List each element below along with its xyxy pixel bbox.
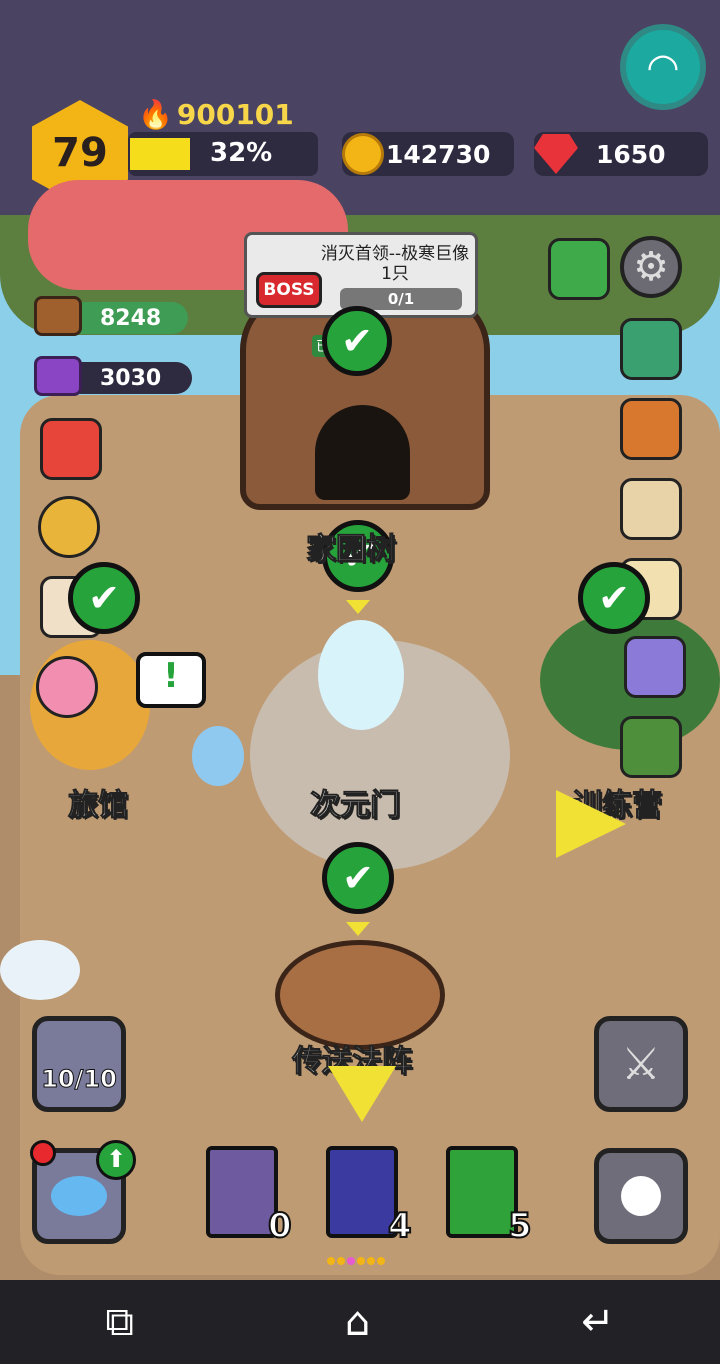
- portal-check-icon[interactable]: ✔: [322, 842, 394, 914]
- ruby-value: 1650: [596, 139, 666, 169]
- blue-slime-icon: [51, 1176, 107, 1216]
- xp-percent: 32%: [210, 138, 273, 168]
- portal-arrow: [346, 922, 370, 936]
- portal-gate-button[interactable]: [594, 1148, 688, 1244]
- tree-hole: [315, 405, 410, 500]
- camp-check-icon[interactable]: ✔: [578, 562, 650, 634]
- book-icon[interactable]: [548, 238, 610, 300]
- wing-book-count: 4: [387, 1205, 413, 1247]
- mail-icon[interactable]: [620, 318, 682, 380]
- wood-icon: [34, 296, 82, 336]
- sword-icon: ⚔: [621, 1038, 661, 1090]
- ice-crystal: [192, 726, 244, 786]
- boss-tag: BOSS: [256, 272, 322, 308]
- shop-icon[interactable]: [40, 418, 102, 480]
- inn-check-icon[interactable]: ✔: [68, 562, 140, 634]
- power-display: 🔥 900101: [138, 98, 294, 131]
- quest-check-icon: ✔: [322, 306, 392, 376]
- portal-label: 次元门: [310, 788, 401, 824]
- alert-icon[interactable]: !: [136, 652, 206, 708]
- tree-arrow: [346, 600, 370, 614]
- flame-icon: 🔥: [138, 98, 173, 131]
- go-arrow-icon[interactable]: [556, 790, 626, 858]
- gear-icon[interactable]: ⚙: [620, 236, 682, 298]
- page-dots: [326, 1250, 386, 1269]
- wood-value: 8248: [100, 305, 162, 331]
- chest-icon[interactable]: [620, 398, 682, 460]
- medal-icon[interactable]: [38, 496, 100, 558]
- heal-book-count: 5: [507, 1205, 533, 1247]
- notification-dot: [30, 1140, 56, 1166]
- down-arrow-icon[interactable]: [328, 1066, 396, 1122]
- back-icon[interactable]: ↵: [581, 1299, 615, 1345]
- pink-slime-icon[interactable]: [36, 656, 98, 718]
- skull-badge-icon[interactable]: [624, 636, 686, 698]
- xp-fill: [130, 138, 190, 170]
- quest-title: 消灭首领--极寒巨像1只: [320, 244, 470, 284]
- slime-energy-button[interactable]: 10/10: [32, 1016, 126, 1112]
- upgrade-arrow-icon: ⬆: [96, 1140, 136, 1180]
- map-icon[interactable]: [620, 478, 682, 540]
- gold-value: 142730: [386, 139, 491, 169]
- battle-button[interactable]: ⚔: [594, 1016, 688, 1112]
- tree-label: 家园树: [306, 532, 397, 568]
- crystal-value: 3030: [100, 365, 162, 391]
- slime-count: 10/10: [41, 1065, 118, 1094]
- inn-label: 旅馆: [68, 788, 129, 824]
- crystal-icon: [34, 356, 82, 396]
- power-value: 900101: [176, 98, 294, 131]
- portal-glow: [318, 620, 404, 730]
- game-screen: 79 🔥 900101 32% 142730 1650 ◠ 消灭首领--极寒巨像…: [0, 0, 720, 1364]
- teleport-circle[interactable]: [275, 940, 445, 1050]
- snow-patch: [0, 940, 80, 1000]
- coin-icon: [342, 133, 384, 175]
- home-icon[interactable]: ⌂: [345, 1299, 370, 1345]
- portal-gate-icon: [621, 1176, 661, 1216]
- recents-icon[interactable]: ⧉: [105, 1299, 134, 1345]
- lightning-book-count: 0: [267, 1205, 293, 1247]
- tent-icon[interactable]: [620, 716, 682, 778]
- system-nav-bar: ⧉ ⌂ ↵: [0, 1280, 720, 1364]
- wifi-icon[interactable]: ◠: [620, 24, 706, 110]
